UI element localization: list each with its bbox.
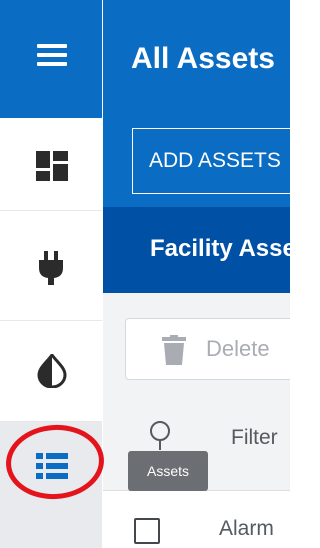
sidebar-item-dashboard[interactable] <box>0 118 102 211</box>
trash-icon <box>162 335 186 365</box>
sidebar-item-contrast[interactable] <box>0 321 102 422</box>
sidebar-item-plug[interactable] <box>0 211 102 321</box>
page-header: All Assets ADD ASSETS <box>103 0 312 207</box>
dashboard-icon <box>36 151 68 181</box>
delete-button[interactable]: Delete <box>125 318 290 380</box>
section-title: Facility Assets <box>150 235 318 262</box>
row-name: Alarm <box>219 517 274 540</box>
filter-input[interactable]: Filter <box>231 426 278 450</box>
assets-content: Delete Filter Alarm <box>103 293 290 548</box>
delete-label: Delete <box>206 336 270 361</box>
menu-button[interactable] <box>0 0 102 118</box>
contrast-icon <box>37 354 67 388</box>
page-title: All Assets <box>131 42 275 75</box>
row-checkbox[interactable] <box>134 518 160 544</box>
add-assets-button[interactable]: ADD ASSETS <box>132 128 312 194</box>
subheader: Facility Assets <box>103 207 317 293</box>
table-row[interactable]: Alarm <box>103 490 290 548</box>
assets-tooltip: Assets <box>128 451 208 491</box>
hamburger-icon <box>37 44 67 66</box>
plug-icon <box>39 251 63 285</box>
search-icon <box>150 421 170 450</box>
